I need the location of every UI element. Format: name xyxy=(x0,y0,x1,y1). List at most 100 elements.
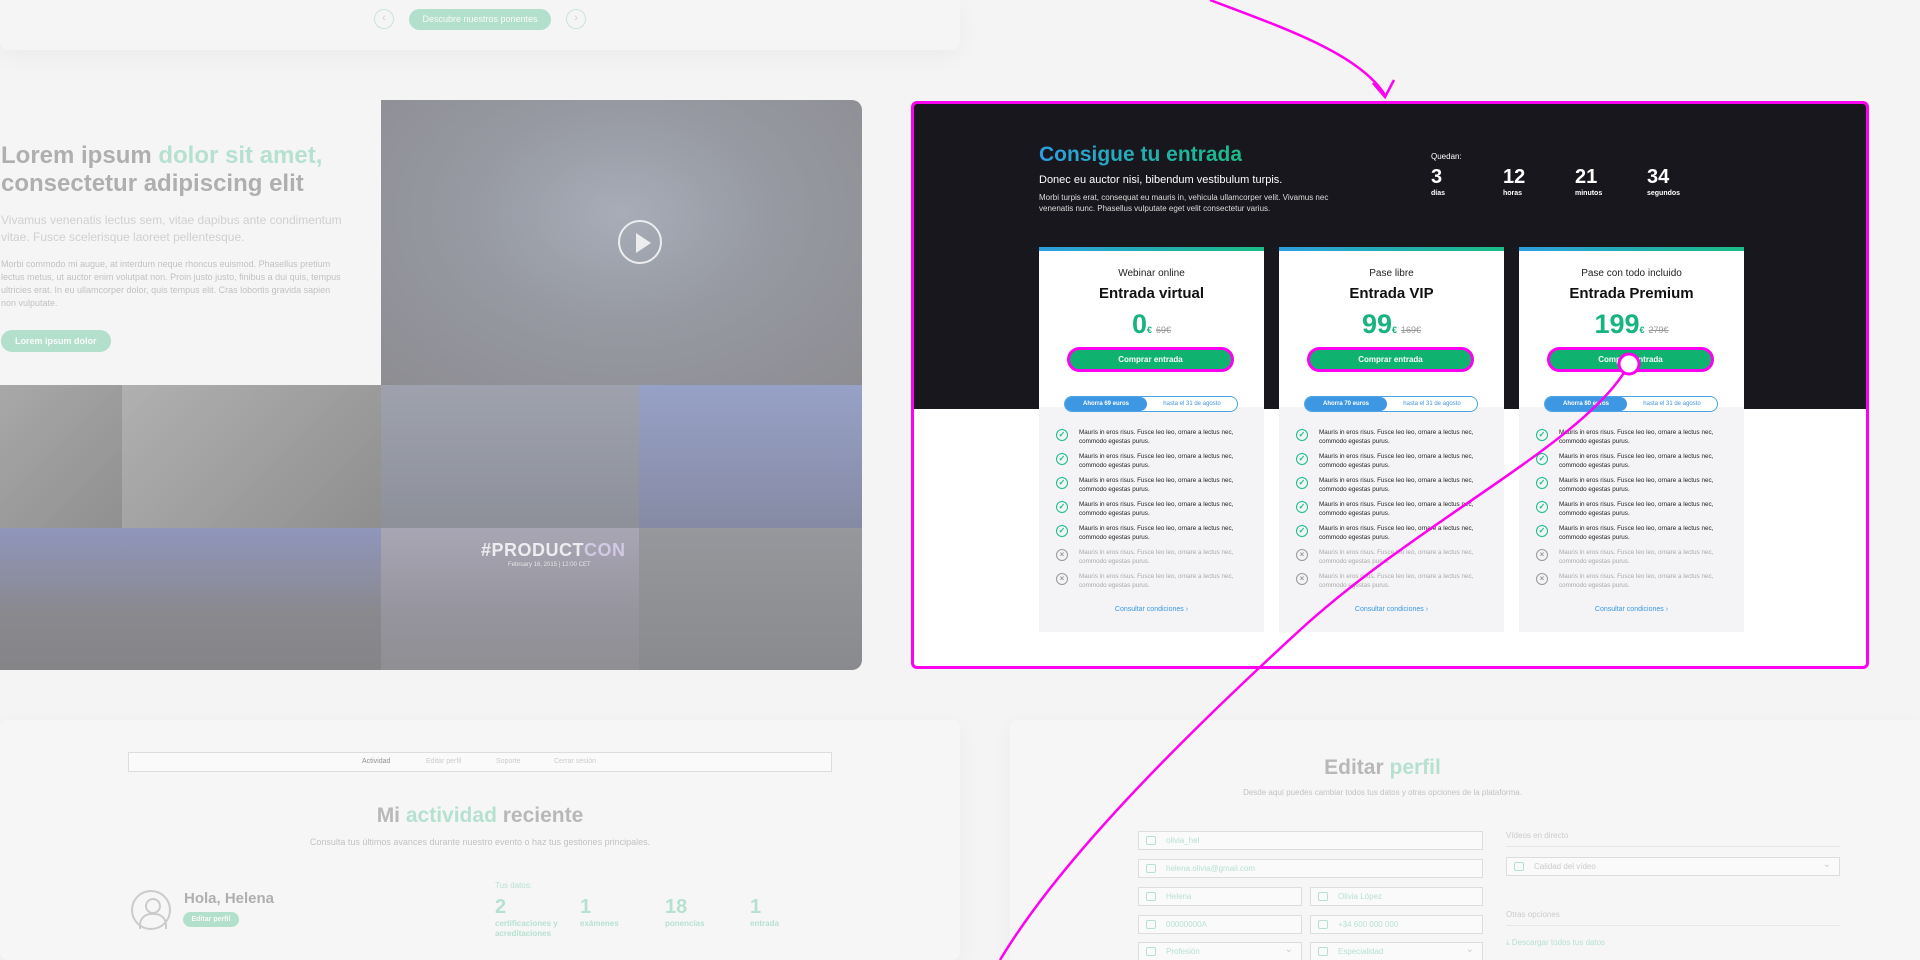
price-value: 0 xyxy=(1131,309,1147,339)
productcon-logo: #PRODUCTCON xyxy=(481,540,626,561)
phone-field[interactable]: +34 600 000 000 xyxy=(1310,915,1483,934)
discount-amount: Ahorra 69 euros xyxy=(1065,397,1147,411)
check-circle-icon: ✓ xyxy=(1296,477,1308,489)
avatar xyxy=(131,890,171,930)
feature-item: × Mauris in eros risus. Fusce leo leo, or… xyxy=(1296,548,1496,572)
feature-item: ✓ Mauris in eros risus. Fusce leo leo, or… xyxy=(1056,500,1256,524)
video-quality-select[interactable]: Calidad del vídeo xyxy=(1506,856,1840,876)
hero-section: Lorem ipsum dolor sit amet, consectetur a… xyxy=(0,100,862,670)
feature-item: ✓ Mauris in eros risus. Fusce leo leo, or… xyxy=(1296,524,1496,548)
conditions-link[interactable]: Consultar condiciones › xyxy=(1039,606,1264,613)
tab-support[interactable]: Soporte xyxy=(496,758,521,765)
discount-pill: Ahorra 70 euros hasta el 31 de agosto xyxy=(1304,396,1478,412)
ticket-card-premium: Pase con todo incluido Entrada Premium 199… xyxy=(1519,247,1744,632)
stat-label: entrada xyxy=(750,919,779,928)
next-arrow-icon[interactable]: › xyxy=(566,9,586,29)
download-data-link[interactable]: ⤓ Descargar todos tus datos xyxy=(1506,938,1605,948)
feature-list: ✓ Mauris in eros risus. Fusce leo leo, or… xyxy=(1536,428,1736,596)
ticket-name: Entrada VIP xyxy=(1349,285,1434,302)
discount-amount: Ahorra 80 euros xyxy=(1545,397,1627,411)
check-circle-icon: ✓ xyxy=(1536,453,1548,465)
id-number-field[interactable]: 00000000A xyxy=(1138,915,1302,934)
feature-text: Mauris in eros risus. Fusce leo leo, orn… xyxy=(1559,573,1714,589)
speakers-button[interactable]: Descubre nuestros ponentes xyxy=(409,9,551,30)
countdown-seconds: 34 segundos xyxy=(1647,166,1680,197)
feature-item: ✓ Mauris in eros risus. Fusce leo leo, or… xyxy=(1056,476,1256,500)
activity-card: Actividad Editar perfil Soporte Cerrar s… xyxy=(0,720,960,960)
id-card-icon xyxy=(1146,892,1156,901)
check-circle-icon: ✓ xyxy=(1536,501,1548,513)
tab-activity[interactable]: Actividad xyxy=(362,758,390,765)
tab-logout[interactable]: Cerrar sesión xyxy=(554,758,596,765)
greeting: Hola, Helena xyxy=(184,890,275,907)
ticket-kicker: Webinar online xyxy=(1118,268,1185,279)
price-old: 279€ xyxy=(1648,325,1669,335)
price-currency: € xyxy=(1392,325,1398,335)
mail-icon xyxy=(1146,864,1156,873)
hero-text-block: Lorem ipsum dolor sit amet, consectetur a… xyxy=(0,100,381,385)
gallery-photo xyxy=(0,385,122,528)
activity-subtitle: Consulta tus últimos avances durante nue… xyxy=(309,837,651,847)
profile-title-part1: Editar xyxy=(1324,756,1390,779)
prev-arrow-icon[interactable]: ‹ xyxy=(374,9,394,29)
price-old: 169€ xyxy=(1401,325,1422,335)
stat-value: 1 xyxy=(580,896,592,918)
briefcase-icon xyxy=(1146,947,1156,956)
stat-tickets: 1 entrada xyxy=(750,896,820,929)
conditions-link[interactable]: Consultar condiciones › xyxy=(1279,606,1504,613)
check-circle-icon: ✓ xyxy=(1296,453,1308,465)
last-name-field[interactable]: Olivia López xyxy=(1310,887,1483,906)
stats-label: Tus datos: xyxy=(495,881,533,890)
buy-ticket-button[interactable]: Comprar entrada xyxy=(1067,347,1234,372)
hero-video[interactable] xyxy=(381,100,862,385)
activity-title: Mi actividad reciente xyxy=(0,804,960,828)
feature-item: ✓ Mauris in eros risus. Fusce leo leo, or… xyxy=(1296,452,1496,476)
profile-subtitle: Desde aquí puedes cambiar todos tus dato… xyxy=(1243,788,1522,797)
feature-text: Mauris in eros risus. Fusce leo leo, orn… xyxy=(1079,429,1234,445)
other-options-label: Otras opciones xyxy=(1506,910,1560,919)
profession-value: Profesión xyxy=(1166,947,1200,956)
hero-subtitle: Vivamus venenatis lectus sem, vitae dapi… xyxy=(1,213,342,244)
chevron-right-icon: › xyxy=(1425,606,1429,613)
conditions-link[interactable]: Consultar condiciones › xyxy=(1519,606,1744,613)
monitor-icon xyxy=(1514,862,1524,871)
countdown-label: Quedan: xyxy=(1431,152,1462,161)
buy-ticket-button[interactable]: Comprar entrada xyxy=(1547,347,1714,372)
feature-item: ✓ Mauris in eros risus. Fusce leo leo, or… xyxy=(1536,452,1736,476)
email-field[interactable]: helena.olivia@gmail.com xyxy=(1138,859,1483,878)
countdown-value: 21 xyxy=(1575,166,1598,188)
feature-text: Mauris in eros risus. Fusce leo leo, orn… xyxy=(1559,477,1714,493)
conditions-link-text: Consultar condiciones xyxy=(1354,606,1424,613)
first-name-value: Helena xyxy=(1166,892,1192,901)
phone-icon xyxy=(1318,920,1328,929)
ticket-price: 99€ 169€ xyxy=(1279,309,1504,340)
x-circle-icon: × xyxy=(1056,549,1068,561)
hero-title-part1: Lorem ipsum xyxy=(1,142,159,169)
gallery-photo xyxy=(0,528,381,670)
hero-body: Morbi commodo mi augue, at interdum nequ… xyxy=(1,259,341,308)
gallery-photo xyxy=(639,385,862,528)
username-field[interactable]: olivia_hel xyxy=(1138,831,1483,850)
check-circle-icon: ✓ xyxy=(1296,501,1308,513)
feature-text: Mauris in eros risus. Fusce leo leo, orn… xyxy=(1559,525,1714,541)
feature-item: × Mauris in eros risus. Fusce leo leo, or… xyxy=(1056,548,1256,572)
hero-cta-button[interactable]: Lorem ipsum dolor xyxy=(1,330,111,352)
divider xyxy=(1506,925,1840,926)
feature-item: ✓ Mauris in eros risus. Fusce leo leo, or… xyxy=(1296,500,1496,524)
buy-ticket-button[interactable]: Comprar entrada xyxy=(1307,347,1474,372)
video-quality-value: Calidad del vídeo xyxy=(1534,862,1596,871)
pricing-description: Morbi turpis erat, consequat eu mauris i… xyxy=(1039,193,1329,213)
pricing-subtitle: Donec eu auctor nisi, bibendum vestibulu… xyxy=(1039,174,1283,186)
specialty-select[interactable]: Especialidad xyxy=(1310,941,1483,960)
edit-profile-button[interactable]: Editar perfil xyxy=(183,912,239,927)
productcon-date: February 16, 2015 | 12:00 CET xyxy=(508,562,591,568)
first-name-field[interactable]: Helena xyxy=(1138,887,1302,906)
feature-item: ✓ Mauris in eros risus. Fusce leo leo, or… xyxy=(1536,524,1736,548)
id-number-value: 00000000A xyxy=(1166,920,1207,929)
discount-deadline: hasta el 31 de agosto xyxy=(1163,401,1221,407)
profession-select[interactable]: Profesión xyxy=(1138,941,1302,960)
stat-label: ponencias xyxy=(665,919,705,928)
tab-edit-profile[interactable]: Editar perfil xyxy=(426,758,461,765)
video-section-label: Vídeos en directo xyxy=(1506,831,1569,840)
play-icon[interactable] xyxy=(618,220,662,264)
